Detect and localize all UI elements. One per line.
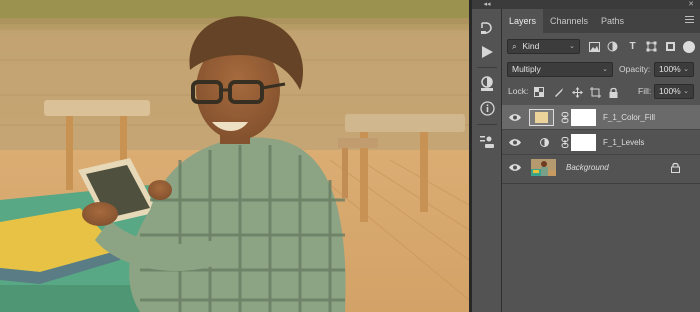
chevron-down-icon: ⌄ (683, 66, 689, 73)
layer-mask-thumbnail[interactable] (571, 134, 596, 151)
tab-channels[interactable]: Channels (543, 9, 595, 33)
layer-filter-row: ⌕ Kind ⌄ T (502, 39, 700, 55)
lock-label: Lock: (508, 86, 529, 96)
tab-layers[interactable]: Layers (502, 9, 544, 33)
play-action-icon[interactable] (477, 42, 497, 62)
layers-panel: ✕ Layers Channels Paths ⌕ Kind ⌄ T Multi (502, 0, 700, 312)
layer-row-color-fill[interactable]: F_1_Color_Fill (502, 105, 700, 130)
panel-dock-icons: ◂◂ (472, 0, 502, 312)
layer-row-levels[interactable]: F_1_Levels (502, 130, 700, 155)
blend-mode-dropdown[interactable]: Multiply ⌄ (507, 62, 613, 77)
close-panel-button[interactable]: ✕ (688, 0, 694, 9)
filter-toggle-switch[interactable] (683, 41, 695, 53)
search-icon: ⌕ (512, 41, 517, 51)
layer-name[interactable]: F_1_Levels (603, 130, 644, 155)
fill-layer-thumbnail[interactable] (529, 109, 554, 126)
smart-object-filter-icon[interactable] (664, 40, 677, 53)
layers-list-divider (502, 183, 700, 184)
filter-kind-dropdown[interactable]: ⌕ Kind ⌄ (507, 39, 580, 54)
opacity-field[interactable]: 100% ⌄ (654, 62, 694, 77)
chevron-down-icon: ⌄ (602, 66, 608, 73)
image-filter-icon[interactable] (588, 40, 601, 53)
shape-filter-icon[interactable] (645, 40, 658, 53)
tool-separator (477, 67, 497, 68)
chevron-down-icon: ⌄ (683, 88, 689, 95)
tool-separator (477, 124, 497, 125)
adjustment-filter-icon[interactable] (606, 40, 619, 53)
panel-menu-icon[interactable] (685, 16, 694, 25)
mask-link-icon[interactable] (561, 137, 569, 148)
collapse-dock-button[interactable]: ◂◂ (472, 0, 502, 9)
fill-field[interactable]: 100% ⌄ (654, 84, 694, 99)
document-canvas[interactable] (0, 0, 469, 312)
fill-value: 100% (659, 86, 681, 96)
layer-name[interactable]: F_1_Color_Fill (603, 105, 655, 130)
tab-paths[interactable]: Paths (594, 9, 631, 33)
layer-row-background[interactable]: Background (502, 155, 700, 180)
lock-transparent-pixels-icon[interactable] (533, 86, 545, 98)
layer-name[interactable]: Background (566, 155, 609, 180)
visibility-eye-icon[interactable] (509, 138, 521, 147)
lock-row: Lock: Fill: 100% ⌄ (502, 84, 700, 100)
lock-position-icon[interactable] (571, 86, 583, 98)
chevron-down-icon: ⌄ (569, 43, 575, 50)
lock-all-icon[interactable] (607, 86, 619, 98)
fill-label: Fill: (638, 86, 652, 96)
history-icon[interactable] (477, 18, 497, 38)
background-layer-thumbnail[interactable] (531, 159, 556, 176)
photo-image (0, 0, 469, 312)
filter-kind-label: Kind (522, 41, 540, 51)
color-swatch (535, 112, 548, 123)
info-icon[interactable] (477, 98, 497, 118)
lock-image-pixels-icon[interactable] (553, 86, 565, 98)
blend-mode-value: Multiply (512, 64, 541, 74)
opacity-label: Opacity: (619, 64, 651, 74)
layer-lock-icon[interactable] (671, 162, 680, 173)
mask-link-icon[interactable] (561, 112, 569, 123)
properties-icon[interactable] (477, 132, 497, 152)
panel-tab-bar: Layers Channels Paths (502, 9, 700, 33)
opacity-value: 100% (659, 64, 681, 74)
adjustment-layer-icon[interactable] (540, 138, 549, 147)
lock-artboard-icon[interactable] (589, 86, 601, 98)
visibility-eye-icon[interactable] (509, 113, 521, 122)
panel-top-bar: ✕ (502, 0, 700, 9)
visibility-eye-icon[interactable] (509, 163, 521, 172)
type-filter-icon[interactable]: T (626, 40, 639, 53)
blend-mode-row: Multiply ⌄ Opacity: 100% ⌄ (502, 62, 700, 78)
adjustments-icon[interactable] (477, 74, 497, 94)
layer-mask-thumbnail[interactable] (571, 109, 596, 126)
